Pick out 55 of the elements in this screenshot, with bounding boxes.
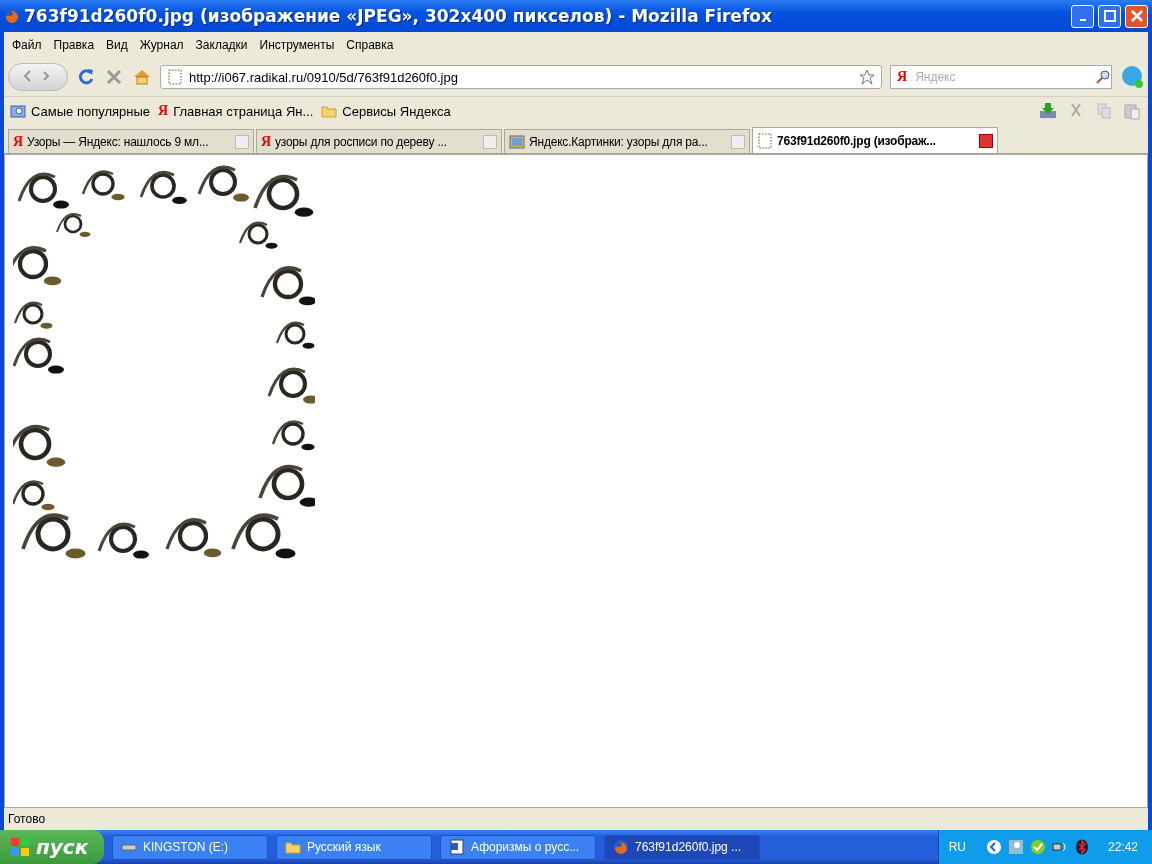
blank-page-icon [167,69,183,85]
browser-tab[interactable]: 763f91d260f0.jpg (изображ... [752,127,998,153]
folder-icon [285,839,301,855]
stop-icon [104,67,124,87]
windows-logo [10,837,30,857]
browser-tab[interactable]: Яндекс.Картинки: узоры для ра... [504,129,750,153]
menu-item[interactable]: Справка [342,38,402,52]
minimize-icon [1079,19,1086,21]
menu-item[interactable]: Закладки [191,38,256,52]
bookmark-item[interactable]: Сервисы Яндекса [321,103,451,119]
close-icon [1130,10,1143,22]
reload-icon [76,67,96,87]
paste-icon [1122,101,1142,121]
menu-item[interactable]: Журнал [135,38,192,52]
address-field[interactable]: http://i067.radikal.ru/0910/5d/763f91d260f0.jpg [160,65,882,89]
bluetooth-icon [1073,839,1090,855]
globe-fox-icon [613,839,629,855]
image-icon [509,133,525,150]
menu-item[interactable]: Вид [102,38,136,52]
download-icon [1038,101,1058,121]
yandex-logo: Я [896,69,909,85]
close-tab-icon[interactable] [979,133,993,148]
document-icon [449,839,465,855]
maximize-button[interactable] [1098,4,1121,28]
minimize-button[interactable] [1071,4,1094,28]
yandex-logo: Я [13,133,23,150]
person-icon [1007,839,1024,855]
clock: 22:42 [1107,840,1138,854]
star-icon [859,69,875,85]
taskbar-button[interactable]: KINGSTON (E:) [112,834,268,860]
blank-page-icon [757,132,773,149]
status-text: Готово [8,812,46,826]
search-icon [1095,69,1111,85]
maximize-icon [1103,10,1116,22]
search-box[interactable]: Я Яндекс [890,65,1112,89]
yandex-logo: Я [158,103,169,119]
chevron-left-icon [985,839,1002,855]
copy-icon [1094,101,1114,121]
taskbar-button[interactable]: Афоризмы о русс... [440,834,596,860]
home-icon [132,67,152,87]
menu-item[interactable]: Правка [49,38,103,52]
window-title: 763f91d260f0.jpg (изображение «JPEG», 302x400 пикселов) - Mozilla Firefox [24,6,773,26]
bookmark-item[interactable]: Самые популярные [10,103,151,119]
taskbar-button[interactable]: Русский язык [276,834,432,860]
browser-tab[interactable]: Я узоры для росписи по дереву ... [256,129,502,153]
bookmark-item[interactable]: Я Главная страница Ян... [158,103,314,119]
menu-item[interactable]: Инструменты [255,38,343,52]
check-bubble-icon [1029,839,1046,855]
folder-icon [321,103,338,119]
menu-item[interactable]: Файл [8,38,50,52]
close-button[interactable] [1125,4,1148,28]
globe-fox-icon [4,8,20,24]
taskbar-button[interactable]: 763f91d260f0.jpg ... [604,834,760,860]
browser-tab[interactable]: Я Узоры — Яндекс: нашлось 9 мл... [8,129,254,153]
yandex-logo: Я [261,133,271,150]
